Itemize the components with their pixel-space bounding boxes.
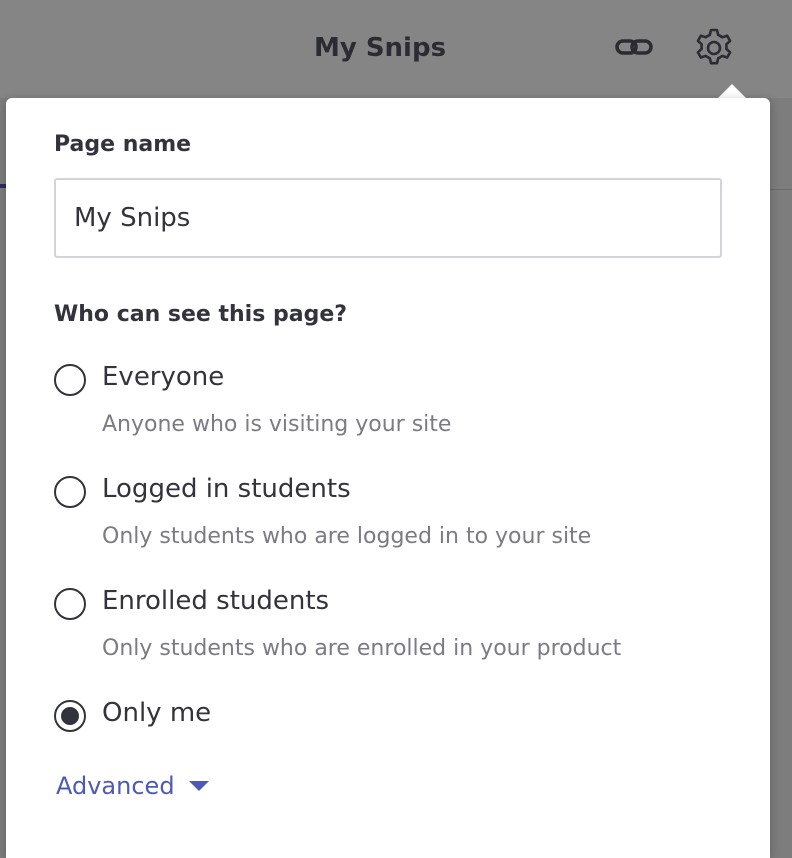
- option-label: Enrolled students: [102, 586, 330, 616]
- visibility-option-enrolled[interactable]: Enrolled students Only students who are …: [54, 586, 734, 661]
- visibility-option-only-me[interactable]: Only me: [54, 698, 734, 760]
- caret-down-icon: [188, 781, 209, 791]
- background-divider: [770, 189, 792, 190]
- option-description: Only students who are enrolled in your p…: [102, 636, 622, 661]
- link-icon[interactable]: [614, 32, 654, 62]
- page-name-input[interactable]: [54, 178, 722, 258]
- advanced-toggle[interactable]: Advanced: [56, 772, 209, 800]
- visibility-option-logged-in[interactable]: Logged in students Only students who are…: [54, 474, 734, 549]
- page-settings-popover: Page name Who can see this page? Everyon…: [6, 98, 770, 858]
- radio-button-selected[interactable]: [54, 700, 86, 732]
- option-label: Everyone: [102, 362, 225, 392]
- page-name-label: Page name: [54, 132, 192, 157]
- option-description: Only students who are logged in to your …: [102, 524, 592, 549]
- option-label: Only me: [102, 698, 212, 728]
- visibility-label: Who can see this page?: [54, 302, 348, 327]
- visibility-option-everyone[interactable]: Everyone Anyone who is visiting your sit…: [54, 362, 734, 437]
- top-bar: My Snips: [0, 0, 792, 98]
- advanced-label: Advanced: [56, 772, 175, 800]
- option-label: Logged in students: [102, 474, 351, 504]
- radio-button[interactable]: [54, 476, 86, 508]
- page-title: My Snips: [313, 33, 447, 63]
- radio-button[interactable]: [54, 588, 86, 620]
- option-description: Anyone who is visiting your site: [102, 412, 452, 437]
- gear-icon[interactable]: [692, 26, 736, 70]
- radio-button[interactable]: [54, 364, 86, 396]
